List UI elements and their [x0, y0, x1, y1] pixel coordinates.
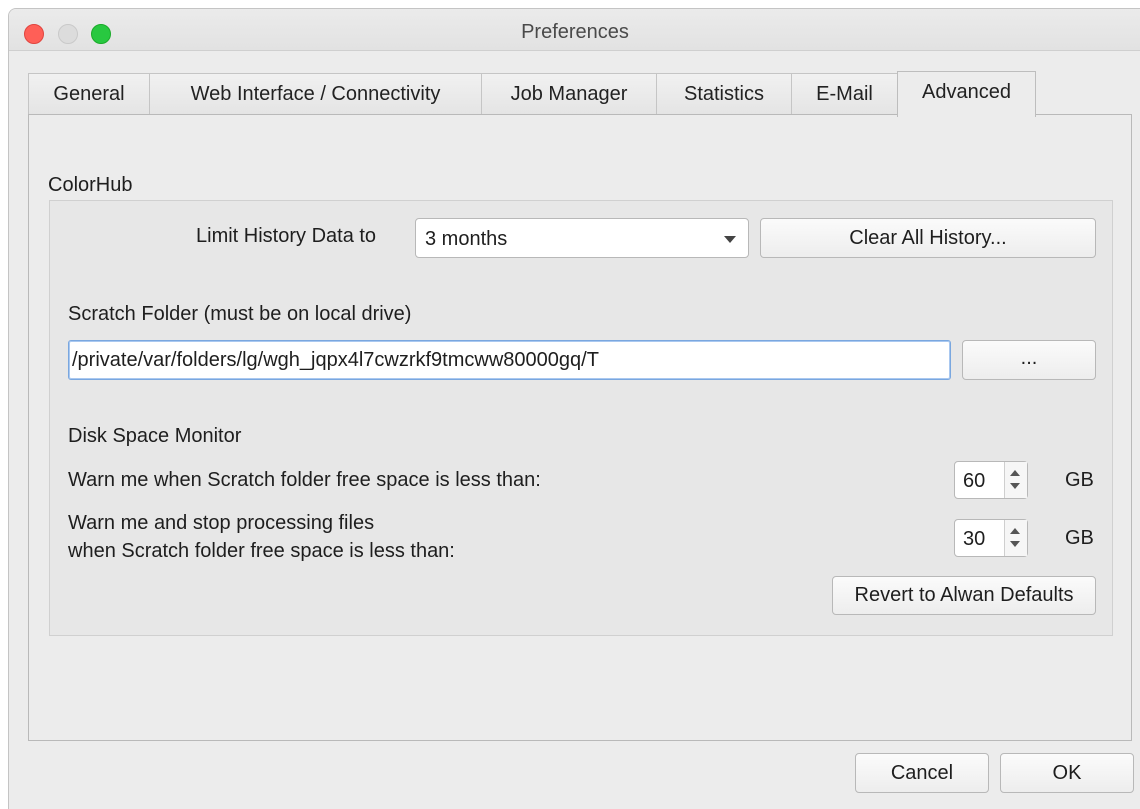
scratch-folder-path: /private/var/folders/lg/wgh_jqpx4l7cwzrk… [72, 349, 599, 371]
tab-job-manager[interactable]: Job Manager [481, 73, 657, 115]
title-bar[interactable]: Preferences [9, 9, 1140, 51]
clear-all-history-button[interactable]: Clear All History... [760, 218, 1096, 258]
window-title: Preferences [521, 21, 629, 43]
stop-threshold-stepper[interactable]: 30 [954, 519, 1028, 557]
stepper-down-icon[interactable] [1010, 541, 1020, 547]
warn-threshold-stepper[interactable]: 60 [954, 461, 1028, 499]
cancel-button[interactable]: Cancel [855, 753, 989, 793]
scratch-folder-label: Scratch Folder (must be on local drive) [68, 303, 412, 325]
disk-space-monitor-title: Disk Space Monitor [68, 425, 242, 447]
warn-threshold-label: Warn me when Scratch folder free space i… [68, 469, 541, 491]
limit-history-select[interactable]: 3 months [415, 218, 749, 258]
scratch-folder-input[interactable]: /private/var/folders/lg/wgh_jqpx4l7cwzrk… [68, 340, 951, 380]
colorhub-group: Limit History Data to 3 months Clear All… [49, 200, 1113, 636]
tab-statistics[interactable]: Statistics [656, 73, 792, 115]
tab-general[interactable]: General [28, 73, 150, 115]
tab-web-interface-connectivity[interactable]: Web Interface / Connectivity [149, 73, 482, 115]
stop-threshold-label-line2: when Scratch folder free space is less t… [68, 540, 455, 562]
warn-threshold-unit: GB [1065, 469, 1094, 491]
stop-threshold-value: 30 [963, 528, 986, 550]
stepper-up-icon[interactable] [1010, 470, 1020, 476]
warn-threshold-arrows[interactable] [1004, 462, 1027, 498]
chevron-down-icon [724, 236, 736, 243]
stop-threshold-arrows[interactable] [1004, 520, 1027, 556]
ok-button[interactable]: OK [1000, 753, 1134, 793]
revert-to-defaults-button[interactable]: Revert to Alwan Defaults [832, 576, 1096, 615]
tab-advanced[interactable]: Advanced [897, 71, 1036, 117]
stepper-down-icon[interactable] [1010, 483, 1020, 489]
advanced-panel: ColorHub Limit History Data to 3 months … [28, 114, 1132, 741]
colorhub-section-title: ColorHub [48, 174, 133, 196]
tab-email[interactable]: E-Mail [791, 73, 898, 115]
stop-threshold-unit: GB [1065, 527, 1094, 549]
browse-scratch-folder-button[interactable]: ... [962, 340, 1096, 380]
stop-threshold-label-line1: Warn me and stop processing files [68, 512, 375, 534]
preferences-window: Preferences General Web Interface / Conn… [8, 8, 1140, 809]
limit-history-label: Limit History Data to [196, 225, 377, 247]
warn-threshold-value: 60 [963, 470, 986, 492]
limit-history-value: 3 months [425, 228, 508, 250]
stepper-up-icon[interactable] [1010, 528, 1020, 534]
